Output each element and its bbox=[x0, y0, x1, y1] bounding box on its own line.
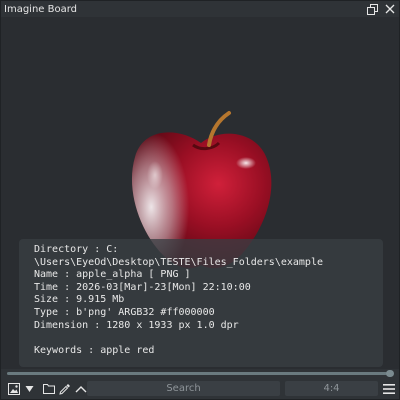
folder-icon bbox=[43, 384, 55, 394]
info-directory-path: \Users\EyeOd\Desktop\TESTE\Files_Folders… bbox=[34, 256, 323, 268]
app-window: Imagine Board Directory: C: \Users\EyeO… bbox=[0, 0, 400, 400]
slider-track[interactable] bbox=[7, 372, 387, 375]
window-title: Imagine Board bbox=[4, 3, 78, 15]
slider-handle[interactable] bbox=[386, 370, 394, 377]
image-viewer[interactable]: Directory : C: \Users\EyeOd\Desktop\TEST… bbox=[1, 17, 399, 369]
restore-button[interactable] bbox=[363, 1, 381, 17]
navigation-slider[interactable] bbox=[1, 369, 399, 378]
main-menu-button[interactable] bbox=[381, 380, 397, 397]
aspect-ratio-field[interactable]: 4:4 bbox=[285, 381, 378, 396]
info-directory-label: Directory : C: bbox=[34, 244, 119, 255]
close-icon bbox=[385, 4, 395, 14]
chevron-up-icon bbox=[75, 385, 87, 392]
restore-icon bbox=[366, 3, 378, 15]
close-button[interactable] bbox=[381, 1, 399, 17]
info-name: Name : apple_alpha [ PNG ] bbox=[34, 269, 191, 281]
image-view-button[interactable] bbox=[7, 381, 21, 397]
expand-panel-button[interactable] bbox=[74, 381, 88, 397]
open-folder-button[interactable] bbox=[42, 381, 56, 397]
color-picker-button[interactable] bbox=[58, 381, 72, 397]
info-dimension: Dimension : 1280 x 1933 px 1.0 dpr bbox=[34, 319, 239, 331]
view-mode-dropdown[interactable] bbox=[22, 381, 36, 397]
info-size: Size : 9.915 Mb bbox=[34, 294, 125, 306]
bottom-toolbar: 4:4 bbox=[1, 378, 399, 399]
info-type: Type : b'png' ARGB32 #ff000000 bbox=[34, 306, 215, 318]
file-info-panel: Directory : C: \Users\EyeOd\Desktop\TEST… bbox=[19, 239, 383, 367]
eyedropper-icon bbox=[59, 383, 70, 395]
title-bar[interactable]: Imagine Board bbox=[1, 1, 399, 17]
image-icon bbox=[8, 382, 20, 395]
hamburger-menu-icon bbox=[383, 383, 395, 394]
dropdown-arrow-icon bbox=[25, 385, 33, 392]
search-input[interactable] bbox=[87, 381, 280, 396]
info-time: Time : 2026-03[Mar]-23[Mon] 22:10:00 bbox=[34, 281, 251, 293]
info-keywords: Keywords : apple red bbox=[34, 344, 155, 356]
